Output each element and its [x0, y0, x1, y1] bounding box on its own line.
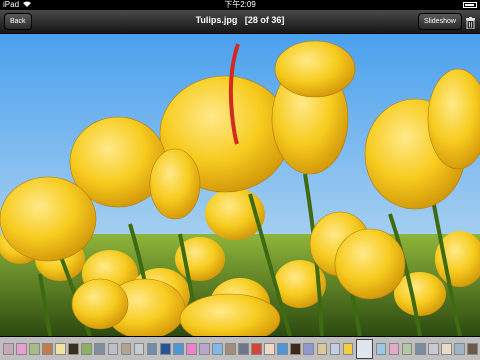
thumbnail[interactable]: [133, 342, 145, 355]
thumbnail[interactable]: [277, 342, 289, 355]
thumbnail[interactable]: [3, 342, 14, 355]
photo-title: Tulips.jpg [28 of 36]: [0, 15, 480, 25]
thumbnail[interactable]: [16, 342, 27, 355]
thumbnail[interactable]: [453, 342, 465, 355]
thumbnail[interactable]: [107, 342, 119, 355]
thumbnail[interactable]: [68, 342, 80, 355]
battery-icon: [463, 2, 477, 8]
status-bar: iPad 下午2:09: [0, 0, 480, 10]
thumbnail[interactable]: [290, 342, 302, 355]
thumbnail[interactable]: [467, 342, 478, 355]
thumbnail[interactable]: [316, 342, 328, 355]
thumbnail[interactable]: [251, 342, 262, 355]
thumbnail[interactable]: [81, 342, 93, 355]
thumbnail[interactable]: [303, 342, 315, 355]
current-thumbnail[interactable]: [355, 338, 374, 359]
thumbnail[interactable]: [172, 342, 184, 355]
thumbnail[interactable]: [55, 342, 67, 355]
thumbnail[interactable]: [212, 342, 223, 355]
thumbnail[interactable]: [198, 342, 210, 355]
thumbnail[interactable]: [185, 342, 197, 355]
thumbnail[interactable]: [414, 342, 426, 355]
photo-position: [28 of 36]: [244, 15, 285, 25]
photo-filename: Tulips.jpg: [195, 15, 238, 25]
tulips-photo: [0, 34, 480, 336]
thumbnail[interactable]: [427, 342, 439, 355]
thumbnail[interactable]: [238, 342, 249, 355]
thumbnail-strip[interactable]: [0, 337, 480, 360]
thumbnail[interactable]: [388, 342, 400, 355]
thumbnail[interactable]: [120, 342, 132, 355]
thumbnail[interactable]: [225, 342, 236, 355]
thumbnail[interactable]: [329, 342, 341, 355]
photo-view[interactable]: [0, 34, 480, 336]
thumbnail[interactable]: [42, 342, 53, 355]
thumbnail[interactable]: [29, 342, 40, 355]
thumbnail[interactable]: [440, 342, 452, 355]
thumbnail[interactable]: [94, 342, 106, 355]
clock: 下午2:09: [224, 0, 256, 9]
thumbnail[interactable]: [159, 342, 171, 355]
thumbnail[interactable]: [401, 342, 413, 355]
thumbnail[interactable]: [264, 342, 276, 355]
thumbnail[interactable]: [375, 342, 387, 355]
thumbnail[interactable]: [342, 342, 354, 355]
thumbnail[interactable]: [146, 342, 158, 355]
